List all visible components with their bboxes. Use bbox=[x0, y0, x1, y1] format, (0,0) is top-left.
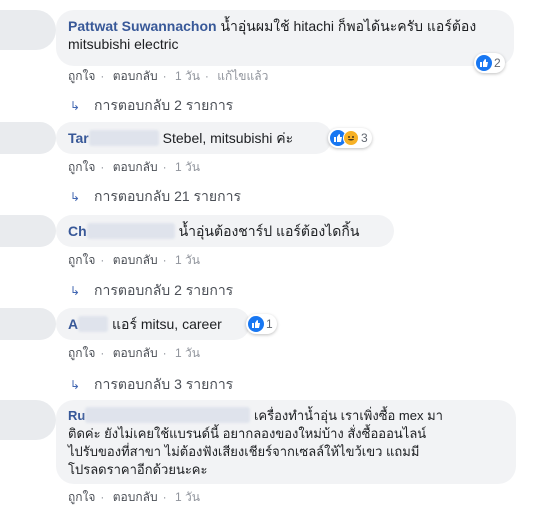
reply-arrow-icon: ↳ bbox=[70, 284, 81, 298]
reply-link[interactable]: ตอบกลับ bbox=[113, 253, 158, 267]
comment-text-line: โปรลดราคาอีกด้วยนะคะ bbox=[68, 462, 208, 477]
commenter-name[interactable]: A bbox=[68, 316, 78, 332]
avatar[interactable] bbox=[0, 308, 56, 340]
reply-arrow-icon: ↳ bbox=[70, 99, 81, 113]
reply-link[interactable]: ตอบกลับ bbox=[113, 346, 158, 360]
comment-bubble: Tar Stebel, mitsubishi ค่ะ bbox=[56, 122, 332, 154]
edited-label[interactable]: แก้ไขแล้ว bbox=[217, 69, 268, 83]
timestamp[interactable]: 1 วัน bbox=[175, 69, 200, 83]
blurred-name bbox=[86, 223, 175, 239]
like-link[interactable]: ถูกใจ bbox=[68, 346, 95, 360]
comment-actions: ถูกใจ · ตอบกลับ · 1 วัน bbox=[68, 346, 200, 360]
reaction-count: 2 bbox=[494, 56, 501, 70]
avatar[interactable] bbox=[0, 10, 56, 50]
view-replies-link[interactable]: ↳ การตอบกลับ 3 รายการ bbox=[70, 374, 233, 396]
timestamp[interactable]: 1 วัน bbox=[175, 490, 200, 504]
haha-icon bbox=[343, 130, 359, 146]
comment-actions: ถูกใจ · ตอบกลับ · 1 วัน bbox=[68, 160, 200, 174]
comment-actions: ถูกใจ · ตอบกลับ · 1 วัน bbox=[68, 490, 200, 504]
comment-bubble: Ru เครื่องทำน้ำอุ่น เราเพิ่งซื้อ mex มา … bbox=[56, 400, 516, 484]
reaction-count: 3 bbox=[361, 131, 368, 145]
reaction-summary[interactable]: 3 bbox=[328, 128, 372, 148]
commenter-name[interactable]: Ru bbox=[68, 408, 85, 423]
reply-link[interactable]: ตอบกลับ bbox=[113, 69, 158, 83]
blurred-name bbox=[78, 316, 109, 332]
comment-text-line: เครื่องทำน้ำอุ่น เราเพิ่งซื้อ mex มา bbox=[253, 408, 443, 423]
blurred-name bbox=[85, 407, 251, 423]
comment-text: แอร์ mitsu, career bbox=[112, 316, 222, 332]
view-replies-link[interactable]: ↳ การตอบกลับ 21 รายการ bbox=[70, 186, 241, 208]
avatar[interactable] bbox=[0, 215, 56, 247]
commenter-name[interactable]: Ch bbox=[68, 223, 87, 239]
blurred-name bbox=[88, 130, 159, 146]
view-replies-link[interactable]: ↳ การตอบกลับ 2 รายการ bbox=[70, 95, 233, 117]
like-link[interactable]: ถูกใจ bbox=[68, 490, 95, 504]
view-replies-link[interactable]: ↳ การตอบกลับ 2 รายการ bbox=[70, 280, 233, 302]
timestamp[interactable]: 1 วัน bbox=[175, 346, 200, 360]
reply-arrow-icon: ↳ bbox=[70, 378, 81, 392]
reaction-summary[interactable]: 2 bbox=[474, 53, 505, 73]
comment-text-line: ติดค่ะ ยังไม่เคยใช้แบรนด์นี้ อยากลองของใ… bbox=[68, 426, 427, 441]
reaction-summary[interactable]: 1 bbox=[246, 314, 277, 334]
avatar[interactable] bbox=[0, 122, 56, 154]
timestamp[interactable]: 1 วัน bbox=[175, 160, 200, 174]
timestamp[interactable]: 1 วัน bbox=[175, 253, 200, 267]
comment-text: น้ำอุ่นต้องชาร์ป แอร์ต้องไดกิ้น bbox=[178, 223, 360, 239]
comment-bubble: Ch น้ำอุ่นต้องชาร์ป แอร์ต้องไดกิ้น bbox=[56, 215, 394, 247]
comment-bubble: Pattwat Suwannachon น้ำอุ่นผมใช้ hitachi… bbox=[56, 10, 514, 66]
reaction-count: 1 bbox=[266, 317, 273, 331]
comment-text: Stebel, mitsubishi ค่ะ bbox=[162, 130, 294, 146]
comment-actions: ถูกใจ · ตอบกลับ · 1 วัน · แก้ไขแล้ว bbox=[68, 69, 269, 83]
reply-arrow-icon: ↳ bbox=[70, 190, 81, 204]
comment-actions: ถูกใจ · ตอบกลับ · 1 วัน bbox=[68, 253, 200, 267]
commenter-name[interactable]: Pattwat Suwannachon bbox=[68, 18, 217, 34]
reply-link[interactable]: ตอบกลับ bbox=[113, 160, 158, 174]
like-icon bbox=[476, 55, 492, 71]
like-link[interactable]: ถูกใจ bbox=[68, 160, 95, 174]
comment-bubble: A แอร์ mitsu, career bbox=[56, 308, 250, 340]
commenter-name[interactable]: Tar bbox=[68, 130, 89, 146]
like-icon bbox=[248, 316, 264, 332]
like-link[interactable]: ถูกใจ bbox=[68, 69, 95, 83]
reply-link[interactable]: ตอบกลับ bbox=[113, 490, 158, 504]
avatar[interactable] bbox=[0, 400, 56, 440]
comment-text-line: ไปรับของที่สาขา ไม่ต้องฟังเสียงเชียร์จาก… bbox=[68, 444, 420, 459]
like-link[interactable]: ถูกใจ bbox=[68, 253, 95, 267]
